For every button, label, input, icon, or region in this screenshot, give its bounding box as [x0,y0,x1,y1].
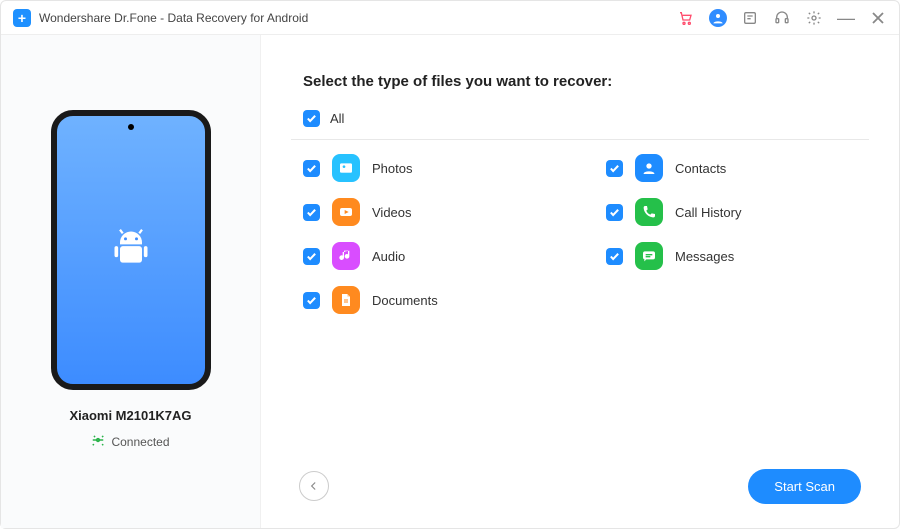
file-item-videos: Videos [303,198,566,226]
file-item-calls: Call History [606,198,869,226]
file-types-grid: Photos Contacts Videos Call History Audio Mes… [291,154,869,314]
file-label-docs: Documents [372,293,438,308]
connected-icon [91,433,105,450]
start-scan-button[interactable]: Start Scan [748,469,861,504]
checkbox-all[interactable] [303,110,320,127]
checkbox-photos[interactable] [303,160,320,177]
account-icon[interactable] [709,9,727,27]
phone-icon [635,198,663,226]
page-heading: Select the type of files you want to rec… [303,73,869,90]
device-name: Xiaomi M2101K7AG [69,408,191,423]
audio-icon [332,242,360,270]
file-label-calls: Call History [675,205,741,220]
connection-label: Connected [111,435,169,449]
file-label-contacts: Contacts [675,161,726,176]
titlebar: + Wondershare Dr.Fone - Data Recovery fo… [1,1,899,35]
checkbox-audio[interactable] [303,248,320,265]
connection-status: Connected [91,433,169,450]
checkbox-messages[interactable] [606,248,623,265]
feedback-icon[interactable] [741,9,759,27]
cart-icon[interactable] [677,9,695,27]
app-logo: + [13,9,31,27]
file-item-messages: Messages [606,242,869,270]
file-item-photos: Photos [303,154,566,182]
videos-icon [332,198,360,226]
phone-notch [128,124,134,130]
back-button[interactable] [299,471,329,501]
device-panel: Xiaomi M2101K7AG Connected [1,35,261,528]
select-all-label: All [330,111,344,126]
minimize-button[interactable]: — [837,9,855,27]
file-label-messages: Messages [675,249,734,264]
support-icon[interactable] [773,9,791,27]
messages-icon [635,242,663,270]
app-title: Wondershare Dr.Fone - Data Recovery for … [39,11,308,25]
photos-icon [332,154,360,182]
close-button[interactable] [869,9,887,27]
footer: Start Scan [291,458,869,514]
settings-icon[interactable] [805,9,823,27]
content-panel: Select the type of files you want to rec… [261,35,899,528]
file-label-photos: Photos [372,161,412,176]
checkbox-videos[interactable] [303,204,320,221]
android-icon [109,226,153,275]
checkbox-calls[interactable] [606,204,623,221]
checkbox-docs[interactable] [303,292,320,309]
file-item-audio: Audio [303,242,566,270]
device-illustration [51,110,211,390]
select-all-row: All [291,104,869,140]
file-item-contacts: Contacts [606,154,869,182]
documents-icon [332,286,360,314]
contacts-icon [635,154,663,182]
file-item-docs: Documents [303,286,566,314]
file-label-videos: Videos [372,205,412,220]
checkbox-contacts[interactable] [606,160,623,177]
file-label-audio: Audio [372,249,405,264]
